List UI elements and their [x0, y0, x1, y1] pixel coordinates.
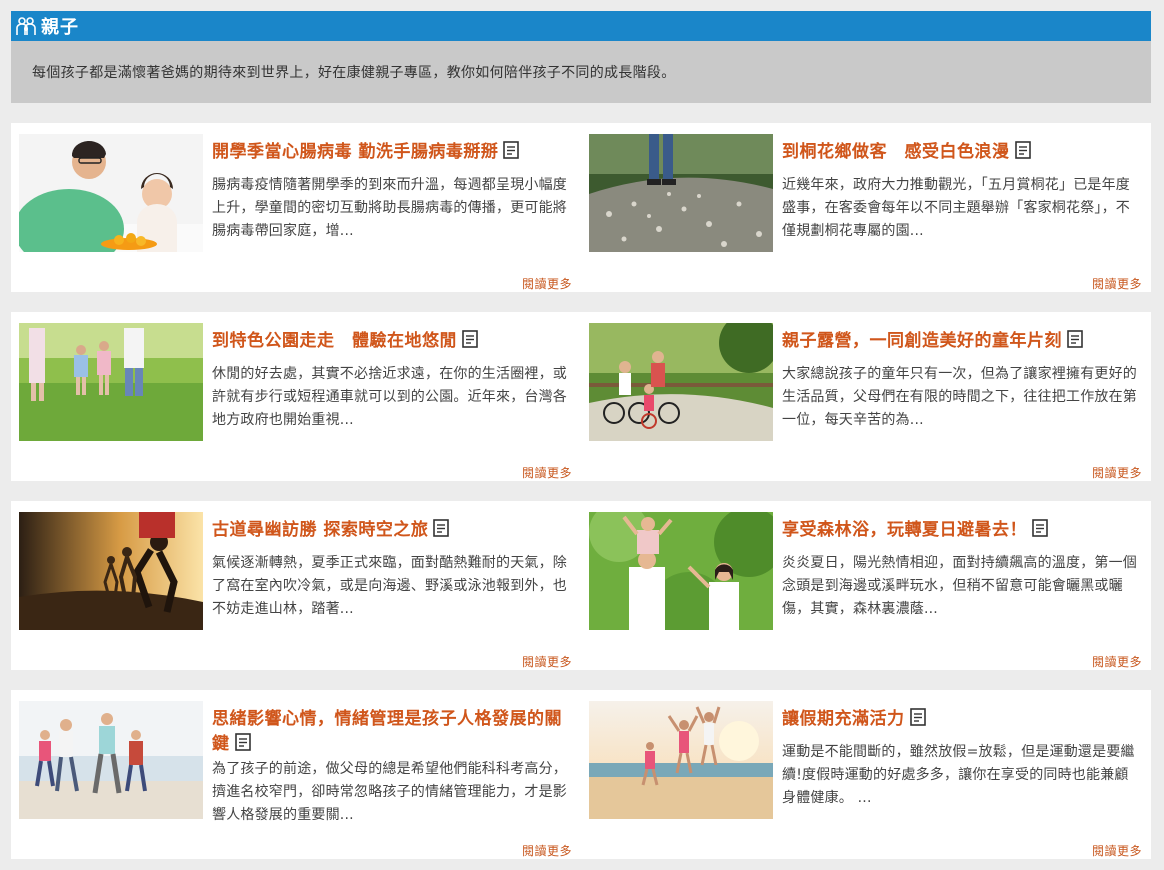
- read-more-link[interactable]: 閱讀更多: [1092, 464, 1142, 481]
- article-excerpt: 腸病毒疫情隨著開學季的到來而升溫，每週都呈現小幅度上升，學童間的密切互動將助長腸…: [212, 177, 567, 239]
- document-icon: [909, 708, 926, 726]
- article-thumbnail[interactable]: [589, 512, 773, 630]
- article-title[interactable]: 古道尋幽訪勝 探索時空之旅: [212, 518, 562, 543]
- document-icon: [462, 330, 478, 348]
- article-excerpt: 炎炎夏日，陽光熱情相迎，面對持續飆高的溫度，第一個念頭是到海邊或溪畔玩水，但稍不…: [782, 555, 1137, 617]
- read-more-link[interactable]: 閱讀更多: [522, 842, 572, 859]
- document-icon: [433, 519, 450, 537]
- document-icon: [1067, 330, 1083, 348]
- article-title[interactable]: 親子露營，一同創造美好的童年片刻: [782, 329, 1132, 354]
- article-card: 到桐花鄉做客 感受白色浪漫 近幾年來，政府大力推動觀光，「五月賞桐花」已是年度盛…: [581, 123, 1151, 292]
- article-title[interactable]: 到特色公園走走 體驗在地悠閒: [212, 329, 562, 354]
- article-thumbnail[interactable]: [19, 701, 203, 819]
- section-header: 親子: [11, 11, 1151, 41]
- document-icon: [503, 141, 520, 159]
- read-more-link[interactable]: 閱讀更多: [522, 464, 572, 481]
- section-title: 親子: [41, 17, 79, 38]
- article-excerpt: 休閒的好去處，其實不必捨近求遠，在你的生活圈裡，或許就有步行或短程通車就可以到的…: [212, 366, 567, 428]
- article-title[interactable]: 享受森林浴，玩轉夏日避暑去！: [782, 518, 1132, 543]
- article-thumbnail[interactable]: [589, 323, 773, 441]
- article-excerpt: 氣候逐漸轉熱，夏季正式來臨，面對酷熱難耐的天氣，除了窩在室內吹冷氣，或是向海邊、…: [212, 555, 567, 617]
- article-excerpt: 近幾年來，政府大力推動觀光，「五月賞桐花」已是年度盛事，在客委會每年以不同主題舉…: [782, 177, 1130, 239]
- article-card: 古道尋幽訪勝 探索時空之旅 氣候逐漸轉熱，夏季正式來臨，面對酷熱難耐的天氣，除了…: [11, 501, 581, 670]
- article-card: 享受森林浴，玩轉夏日避暑去！ 炎炎夏日，陽光熱情相迎，面對持續飆高的溫度，第一個…: [581, 501, 1151, 670]
- read-more-link[interactable]: 閱讀更多: [1092, 842, 1142, 859]
- article-card: 思緒影響心情，情緒管理是孩子人格發展的關鍵 為了孩子的前途，做父母的總是希望他們…: [11, 690, 581, 859]
- article-thumbnail[interactable]: [589, 701, 773, 819]
- article-excerpt: 大家總說孩子的童年只有一次，但為了讓家裡擁有更好的生活品質，父母們在有限的時間之…: [782, 366, 1137, 428]
- family-icon: [15, 15, 37, 37]
- article-title[interactable]: 開學季當心腸病毒 勤洗手腸病毒掰掰: [212, 140, 562, 165]
- article-card: 開學季當心腸病毒 勤洗手腸病毒掰掰 腸病毒疫情隨著開學季的到來而升溫，每週都呈現…: [11, 123, 581, 292]
- article-thumbnail[interactable]: [589, 134, 773, 252]
- article-title[interactable]: 思緒影響心情，情緒管理是孩子人格發展的關鍵: [212, 707, 562, 757]
- read-more-link[interactable]: 閱讀更多: [1092, 653, 1142, 670]
- article-thumbnail[interactable]: [19, 134, 203, 252]
- article-excerpt: 運動是不能間斷的，雖然放假=放鬆，但是運動還是要繼續!度假時運動的好處多多，讓你…: [782, 744, 1135, 806]
- article-card: 到特色公園走走 體驗在地悠閒 休閒的好去處，其實不必捨近求遠，在你的生活圈裡，或…: [11, 312, 581, 481]
- article-thumbnail[interactable]: [19, 323, 203, 441]
- document-icon: [234, 733, 251, 751]
- article-card: 讓假期充滿活力 運動是不能間斷的，雖然放假=放鬆，但是運動還是要繼續!度假時運動…: [581, 690, 1151, 859]
- read-more-link[interactable]: 閱讀更多: [522, 653, 572, 670]
- article-excerpt: 為了孩子的前途，做父母的總是希望他們能科科考高分，擠進名校窄門，卻時常忽略孩子的…: [212, 761, 567, 823]
- article-title[interactable]: 讓假期充滿活力: [782, 707, 1132, 732]
- read-more-link[interactable]: 閱讀更多: [522, 275, 572, 292]
- section-intro: 每個孩子都是滿懷著爸媽的期待來到世界上，好在康健親子專區，教你如何陪伴孩子不同的…: [11, 41, 1151, 103]
- read-more-link[interactable]: 閱讀更多: [1092, 275, 1142, 292]
- article-thumbnail[interactable]: [19, 512, 203, 630]
- article-title[interactable]: 到桐花鄉做客 感受白色浪漫: [782, 140, 1132, 165]
- document-icon: [1014, 141, 1031, 159]
- document-icon: [1032, 519, 1048, 537]
- article-card: 親子露營，一同創造美好的童年片刻 大家總說孩子的童年只有一次，但為了讓家裡擁有更…: [581, 312, 1151, 481]
